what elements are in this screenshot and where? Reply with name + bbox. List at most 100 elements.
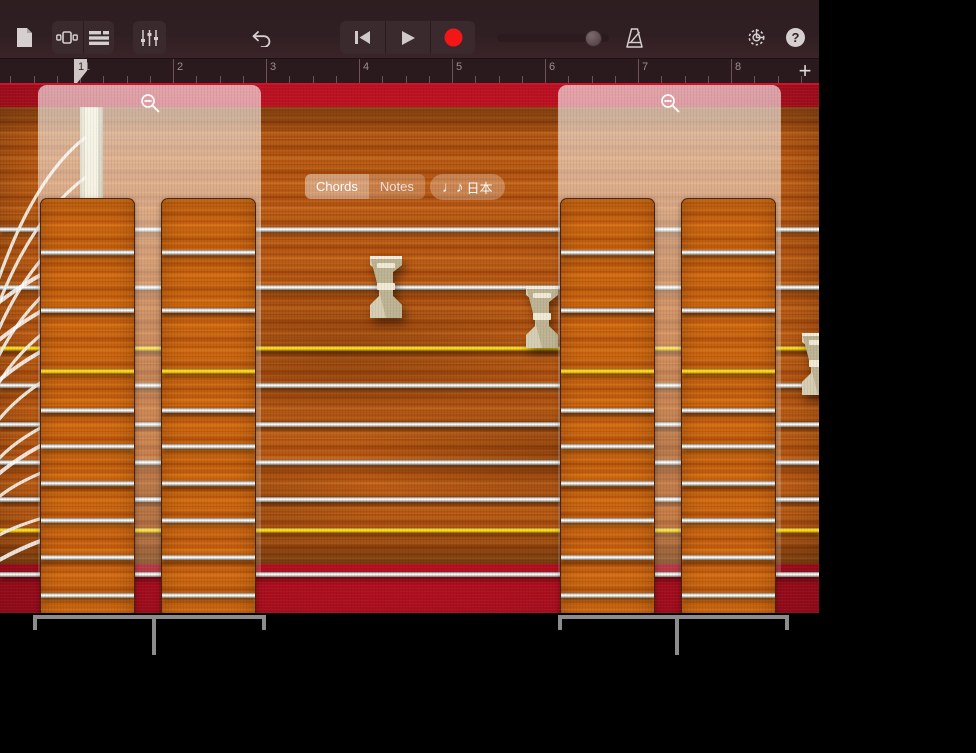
note-string[interactable]: [162, 555, 255, 560]
rewind-icon[interactable]: [340, 21, 385, 54]
tuning-preset-label: 日本: [466, 180, 493, 196]
note-string[interactable]: [162, 408, 255, 413]
mixer-button[interactable]: [133, 21, 166, 54]
note-string-active[interactable]: [41, 369, 134, 374]
note-string[interactable]: [41, 408, 134, 413]
ruler-tick: [149, 76, 151, 83]
ruler-tick: [103, 76, 105, 83]
note-string[interactable]: [162, 481, 255, 486]
note-region-4[interactable]: [681, 198, 776, 613]
volume-slider-knob[interactable]: [584, 29, 602, 47]
bracket-stem: [152, 615, 156, 655]
note-string[interactable]: [41, 555, 134, 560]
ruler-tick: [521, 76, 523, 83]
note-string[interactable]: [41, 481, 134, 486]
ruler-bar-number: 7: [642, 61, 649, 73]
zoom-out-icon[interactable]: [140, 93, 160, 118]
ruler-tick: [382, 76, 384, 83]
ruler-tick: [335, 76, 337, 83]
bracket-top: [558, 615, 789, 619]
ruler-bar-number: 3: [270, 61, 277, 73]
toolbar: ?: [0, 0, 819, 59]
tuning-preset-button[interactable]: ♩♪ 日本: [430, 174, 505, 200]
note-string[interactable]: [682, 444, 775, 449]
chords-notes-segmented-control: Chords Notes: [305, 174, 425, 199]
note-string-active[interactable]: [682, 369, 775, 374]
ruler-tick: [661, 76, 663, 83]
tracks-view-icon[interactable]: [84, 21, 115, 54]
gear-icon[interactable]: [742, 21, 770, 54]
note-string-active[interactable]: [561, 369, 654, 374]
note-string[interactable]: [41, 518, 134, 523]
koto-bridge[interactable]: [366, 256, 406, 318]
ruler-tick: [242, 76, 244, 83]
tab-chords[interactable]: Chords: [305, 174, 369, 199]
undo-icon[interactable]: [248, 21, 276, 54]
ruler-bar-line: [359, 59, 360, 83]
note-string[interactable]: [162, 250, 255, 255]
instrument-view-icon[interactable]: [52, 21, 83, 54]
note-string[interactable]: [682, 308, 775, 313]
note-string[interactable]: [682, 593, 775, 598]
note-string[interactable]: [561, 593, 654, 598]
ruler-tick: [10, 76, 12, 83]
view-toggle-group: [52, 21, 114, 54]
ruler-bar-number: 4: [363, 61, 370, 73]
ruler[interactable]: 12345678 1 +: [0, 59, 819, 85]
zoom-out-icon[interactable]: [660, 93, 680, 118]
note-string[interactable]: [41, 250, 134, 255]
add-track-button[interactable]: +: [795, 60, 815, 82]
note-string[interactable]: [682, 481, 775, 486]
mixer-icon[interactable]: [133, 21, 166, 54]
ruler-bar-line: [266, 59, 267, 83]
tab-notes[interactable]: Notes: [369, 174, 425, 199]
help-icon[interactable]: ?: [781, 21, 809, 54]
bracket-top: [33, 615, 266, 619]
note-region-2[interactable]: [161, 198, 256, 613]
bracket-left-cap: [33, 615, 37, 630]
ruler-bar-number: 6: [549, 61, 556, 73]
note-string[interactable]: [162, 308, 255, 313]
music-notes-icon: ♩♪: [442, 178, 463, 196]
instrument-stage: Chords Notes ♩♪ 日本 ⌇ ⌇: [0, 85, 819, 613]
record-icon[interactable]: [431, 21, 475, 54]
ruler-bar-number: 8: [735, 61, 742, 73]
ruler-tick: [56, 76, 58, 83]
note-string[interactable]: [162, 518, 255, 523]
note-string[interactable]: [561, 481, 654, 486]
note-string[interactable]: [561, 408, 654, 413]
note-string[interactable]: [561, 250, 654, 255]
note-string[interactable]: [41, 308, 134, 313]
ruler-tick: [405, 76, 407, 83]
note-string[interactable]: [41, 593, 134, 598]
volume-slider[interactable]: [495, 21, 610, 54]
ruler-tick: [684, 76, 686, 83]
koto-bridge[interactable]: [798, 333, 819, 395]
metronome-icon[interactable]: [620, 21, 648, 54]
note-string[interactable]: [162, 444, 255, 449]
note-string[interactable]: [682, 408, 775, 413]
playhead-bar-number: 1: [78, 61, 85, 73]
svg-text:?: ?: [791, 30, 799, 45]
note-string[interactable]: [162, 593, 255, 598]
note-region-3[interactable]: [560, 198, 655, 613]
note-string[interactable]: [561, 555, 654, 560]
bracket-right-cap: [262, 615, 266, 630]
note-string[interactable]: [561, 444, 654, 449]
play-icon[interactable]: [386, 21, 430, 54]
note-string[interactable]: [682, 250, 775, 255]
note-string[interactable]: [682, 518, 775, 523]
koto-bridge[interactable]: [522, 286, 562, 348]
note-string[interactable]: [41, 444, 134, 449]
document-icon[interactable]: [10, 21, 38, 54]
ruler-tick: [754, 76, 756, 83]
note-string[interactable]: [561, 518, 654, 523]
ruler-bar-line: [452, 59, 453, 83]
note-string[interactable]: [561, 308, 654, 313]
ruler-tick: [126, 76, 128, 83]
bracket-right-cap: [785, 615, 789, 630]
note-string-active[interactable]: [162, 369, 255, 374]
note-region-1[interactable]: [40, 198, 135, 613]
ruler-tick: [498, 76, 500, 83]
note-string[interactable]: [682, 555, 775, 560]
